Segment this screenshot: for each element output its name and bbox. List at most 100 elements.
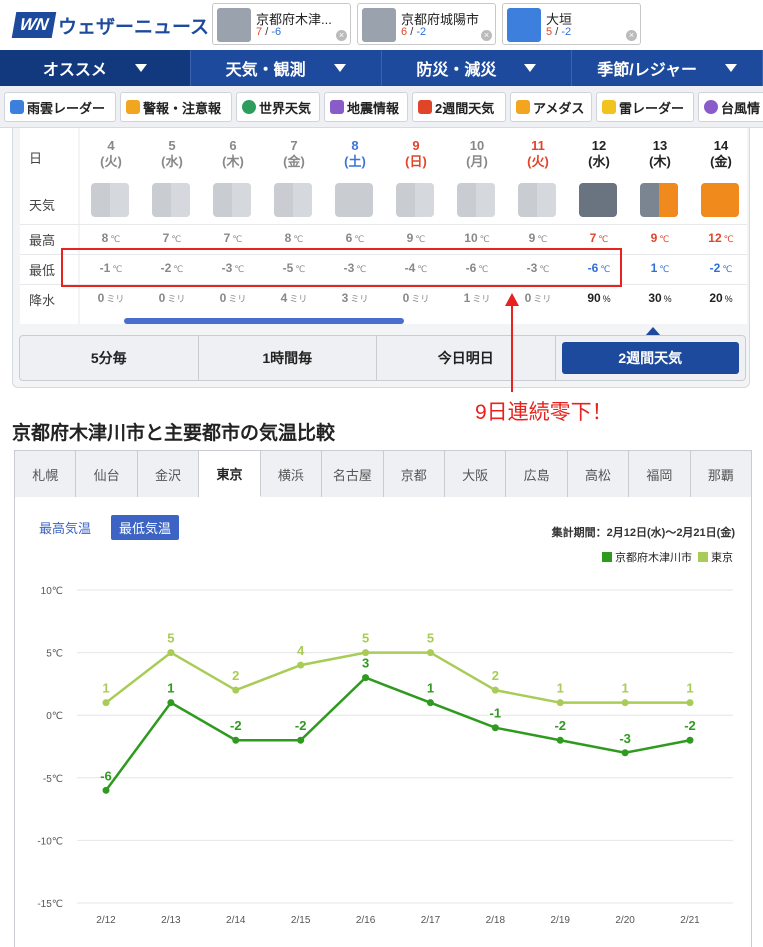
forecast-day-column: 8 (土) 6 ℃ -3 ℃ 3 ミリ <box>324 128 386 324</box>
forecast-day-column: 10 (月) 10 ℃ -6 ℃ 1 ミリ <box>446 128 508 324</box>
link-lightning[interactable]: 雷レーダー <box>596 92 694 122</box>
data-point <box>362 674 370 682</box>
series-line <box>105 651 690 704</box>
city-tab[interactable]: 京都 <box>384 451 445 497</box>
data-label: -2 <box>230 718 242 733</box>
chevron-down-icon <box>524 64 537 72</box>
row-label-weather: 天気 <box>29 198 56 213</box>
row-labels: 日 天気 最高 最低 降水 <box>20 128 78 324</box>
forecast-precip: 1 ミリ <box>463 291 491 305</box>
x-tick-label: 2/15 <box>291 915 311 926</box>
lightning-icon <box>602 100 616 114</box>
logo-text: ウェザーニュース <box>58 16 210 38</box>
data-point <box>232 686 240 694</box>
tab-2week[interactable]: 2週間天気 <box>561 342 739 374</box>
city-tab[interactable]: 福岡 <box>629 451 691 497</box>
nav-item-weather[interactable]: 天気・観測 <box>191 50 382 86</box>
data-label: 4 <box>297 643 305 658</box>
link-typhoon[interactable]: 台風情 <box>698 92 763 122</box>
nav-item-season[interactable]: 季節/レジャー <box>572 50 763 86</box>
row-label-high: 最高 <box>29 233 56 248</box>
city-tab[interactable]: 東京 <box>199 451 261 497</box>
link-world-weather[interactable]: 世界天気 <box>236 92 320 122</box>
tab-today-tomorrow[interactable]: 今日明日 <box>377 336 556 380</box>
annotation-arrow <box>511 304 513 392</box>
link-earthquake[interactable]: 地震情報 <box>324 92 408 122</box>
y-tick-label: -5℃ <box>43 774 63 785</box>
link-warnings[interactable]: 警報・注意報 <box>120 92 232 122</box>
forecast-day-column: 13 (木) 9 ℃ 1 ℃ 30% <box>629 128 691 324</box>
forecast-precip: 20% <box>709 291 733 305</box>
site-logo[interactable]: WN ウェザーニュース <box>11 10 210 40</box>
forecast-day-column: 7 (金) 8 ℃ -5 ℃ 4 ミリ <box>263 128 325 324</box>
close-icon[interactable]: × <box>336 30 347 41</box>
x-tick-label: 2/19 <box>550 915 570 926</box>
forecast-day-column: 9 (日) 9 ℃ -4 ℃ 0 ミリ <box>385 128 447 324</box>
close-icon[interactable]: × <box>626 30 637 41</box>
forecast-high: 8 ℃ <box>284 231 304 245</box>
data-point <box>556 736 564 744</box>
nav-item-recommended[interactable]: オススメ <box>0 50 191 86</box>
nav-label: 防災・減災 <box>416 62 497 79</box>
sun-cloud-icon <box>396 183 434 217</box>
city-tab[interactable]: 大阪 <box>445 451 507 497</box>
data-point <box>102 699 110 707</box>
tab-hourly[interactable]: 1時間毎 <box>199 336 377 380</box>
data-point <box>491 686 499 694</box>
link-2week[interactable]: 2週間天気 <box>412 92 506 122</box>
data-label: -6 <box>100 768 112 783</box>
link-rain-radar[interactable]: 雨雲レーダー <box>4 92 116 122</box>
chevron-down-icon <box>724 64 737 72</box>
data-point <box>102 786 110 794</box>
forecast-low: 1 ℃ <box>650 261 670 275</box>
location-temps: 5 / -2 <box>546 26 572 38</box>
saved-location-card[interactable]: 京都府木津... 7 / -6 × <box>212 3 351 45</box>
data-label: 1 <box>167 681 174 696</box>
forecast-date: 10 (月) <box>466 138 488 169</box>
city-tab[interactable]: 金沢 <box>138 451 200 497</box>
city-tab[interactable]: 札幌 <box>15 451 77 497</box>
data-point <box>297 736 305 744</box>
forecast-high: 7 ℃ <box>589 231 609 245</box>
city-tab[interactable]: 仙台 <box>76 451 138 497</box>
data-label: 3 <box>362 656 369 671</box>
y-tick-label: 5℃ <box>46 649 63 660</box>
data-point <box>621 749 629 757</box>
data-label: -2 <box>554 718 566 733</box>
location-temps: 6 / -2 <box>401 26 427 38</box>
data-label: 1 <box>102 681 109 696</box>
forecast-precip: 30% <box>648 291 672 305</box>
nav-item-disaster[interactable]: 防災・減災 <box>382 50 573 86</box>
x-tick-label: 2/16 <box>356 915 376 926</box>
y-tick-label: -15℃ <box>37 899 63 910</box>
logo-mark: WN <box>11 12 57 38</box>
city-tab[interactable]: 高松 <box>568 451 630 497</box>
data-label: 5 <box>362 631 369 646</box>
forecast-date: 8 (土) <box>344 138 366 169</box>
saved-location-card[interactable]: 京都府城陽市 6 / -2 × <box>357 3 496 45</box>
x-tick-label: 2/20 <box>615 915 635 926</box>
x-tick-label: 2/21 <box>680 915 700 926</box>
data-point <box>686 736 694 744</box>
close-icon[interactable]: × <box>481 30 492 41</box>
city-tab[interactable]: 横浜 <box>261 451 323 497</box>
forecast-grid[interactable]: 4 (火) 8 ℃ -1 ℃ 0 ミリ 5 (水) 7 ℃ -2 ℃ 0 ミリ 6 (木) 7 ℃ -3 ℃ 0 ミリ 7 (金)… <box>80 128 747 324</box>
forecast-date: 9 (日) <box>405 138 427 169</box>
forecast-day-column: 6 (木) 7 ℃ -3 ℃ 0 ミリ <box>202 128 264 324</box>
scrollbar-thumb[interactable] <box>124 318 404 324</box>
link-amedas[interactable]: アメダス <box>510 92 592 122</box>
y-tick-label: 10℃ <box>41 586 63 597</box>
tab-5min[interactable]: 5分毎 <box>20 336 199 380</box>
horizontal-scrollbar[interactable] <box>80 316 747 324</box>
forecast-precip: 0 ミリ <box>219 291 247 305</box>
divider <box>20 224 747 225</box>
data-point <box>686 699 694 707</box>
city-tab[interactable]: 名古屋 <box>322 451 384 497</box>
x-tick-label: 2/18 <box>486 915 506 926</box>
cloud-sun-icon <box>640 183 678 217</box>
city-tab[interactable]: 那覇 <box>691 451 751 497</box>
sun-cloud-icon <box>274 183 312 217</box>
saved-location-card[interactable]: 大垣 5 / -2 × <box>502 3 641 45</box>
forecast-day-column: 12 (水) 7 ℃ -6 ℃ 90% <box>568 128 630 324</box>
city-tab[interactable]: 広島 <box>506 451 568 497</box>
